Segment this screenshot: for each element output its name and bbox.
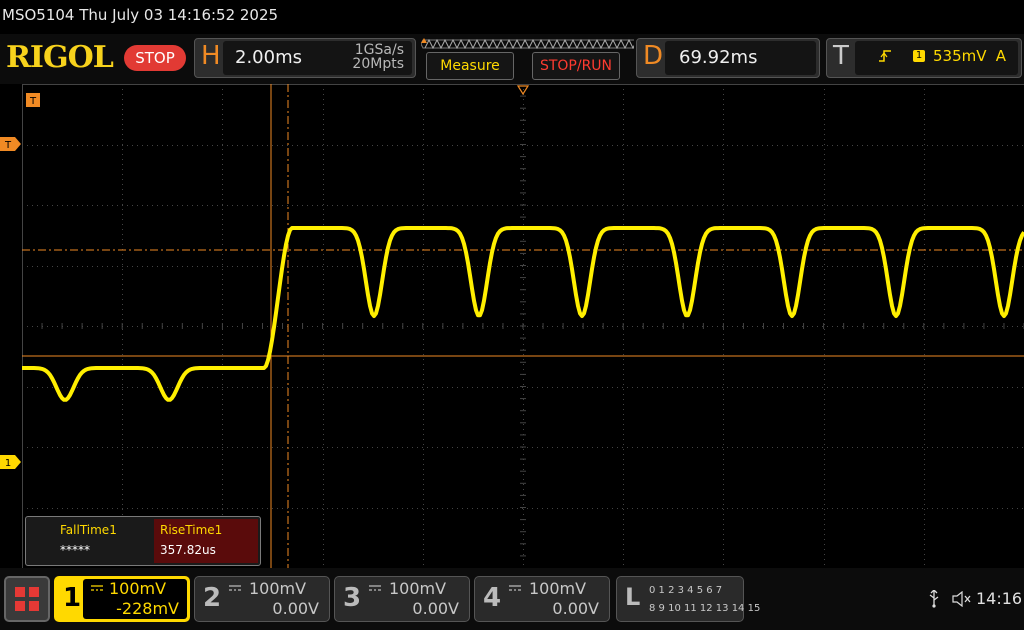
usb-icon [929,590,939,608]
measurement-name: FallTime1 [60,523,117,537]
measurement-name: RiseTime1 [160,523,223,537]
trigger-source: 1 [913,50,925,62]
acquisition-info: 1GSa/s 20Mpts [352,43,404,71]
rising-edge-icon [879,50,891,62]
svg-text:T: T [29,96,37,107]
channel-number: 2 [203,583,222,613]
channel-4-panel[interactable]: 4 100mV 0.00V [474,576,610,622]
graticule [22,84,1024,568]
channel-scale: 100mV [529,579,587,598]
channel-number: 4 [483,583,502,613]
rigol-logo: RIGOL [6,40,114,75]
dc-coupling-icon [509,585,521,591]
dc-coupling-icon [369,585,381,591]
bottom-bar: 1 100mV -228mV 2 100mV 0.00V 3 100mV 0.0… [0,568,1024,630]
svg-text:T: T [4,140,12,151]
trigger-marker-top: T [26,93,40,107]
dc-coupling-icon [229,585,241,591]
horizontal-tile: 2.00ms 1GSa/s 20Mpts [223,41,412,75]
horizontal-letter: H [201,41,221,71]
run-state-badge[interactable]: STOP [124,45,186,71]
channel-offset: -228mV [116,599,179,618]
channel-scale: 100mV [249,579,307,598]
logic-letter: L [625,583,641,611]
measure-button[interactable]: Measure [426,52,514,80]
stop-run-button[interactable]: STOP/RUN [532,52,620,80]
trigger-level: 535mV [933,47,987,65]
trigger-level-marker[interactable]: T [0,137,22,151]
speaker-muted-icon[interactable] [952,591,972,607]
channel-3-panel[interactable]: 3 100mV 0.00V [334,576,470,622]
menu-icon [15,587,39,611]
trigger-mode: A [995,47,1006,65]
delay-tile: 69.92ms [665,41,816,75]
clock: 14:16 [976,589,1023,608]
logic-channels-low: 0 1 2 3 4 5 6 7 [649,585,723,596]
main-menu-button[interactable] [4,576,50,622]
memory-depth: 20Mpts [352,56,404,72]
svg-text:1: 1 [5,458,11,469]
waveform-grid[interactable] [22,84,1024,568]
record-overview-icon [421,38,634,50]
channel-2-panel[interactable]: 2 100mV 0.00V [194,576,330,622]
dc-coupling-icon [91,585,103,591]
channel-number: 1 [63,583,82,613]
measurement-value: ***** [60,543,90,557]
trigger-tile: 1 535mV A [855,41,1018,75]
channel-1-panel[interactable]: 1 100mV -228mV [54,576,190,622]
ch1-ground-marker[interactable]: 1 [0,455,22,469]
channel-number: 3 [343,583,362,613]
measurement-value: 357.82us [160,543,216,557]
trigger-letter: T [833,41,849,71]
top-bar: RIGOL STOP H 2.00ms 1GSa/s 20Mpts Measur… [0,34,1024,84]
measurement-risetime: RiseTime1 357.82us [154,519,258,563]
channel-scale: 100mV [389,579,447,598]
measurement-falltime: FallTime1 ***** [54,519,158,563]
logic-channels-high: 8 9 10 11 12 13 14 15 [649,603,761,614]
status-line: MSO5104 Thu July 03 14:16:52 2025 [0,0,1024,34]
device-datetime: MSO5104 Thu July 03 14:16:52 2025 [2,6,279,24]
horizontal-panel[interactable]: H 2.00ms 1GSa/s 20Mpts [194,38,416,78]
channel-scale: 100mV [109,579,167,598]
trigger-panel[interactable]: T 1 535mV A [826,38,1022,78]
trigger-position-marker [516,85,530,96]
logic-analyzer-panel[interactable]: L 0 1 2 3 4 5 6 7 8 9 10 11 12 13 14 15 [616,576,760,622]
sample-rate: 1GSa/s [354,42,404,58]
measurement-table[interactable]: FallTime1 ***** RiseTime1 357.82us [25,516,261,566]
delay-panel[interactable]: D 69.92ms [636,38,820,78]
delay-value: 69.92ms [679,47,758,68]
delay-letter: D [643,41,664,71]
channel-offset: 0.00V [272,599,319,618]
channel-offset: 0.00V [552,599,599,618]
channel-offset: 0.00V [412,599,459,618]
timebase-value: 2.00ms [235,47,302,68]
